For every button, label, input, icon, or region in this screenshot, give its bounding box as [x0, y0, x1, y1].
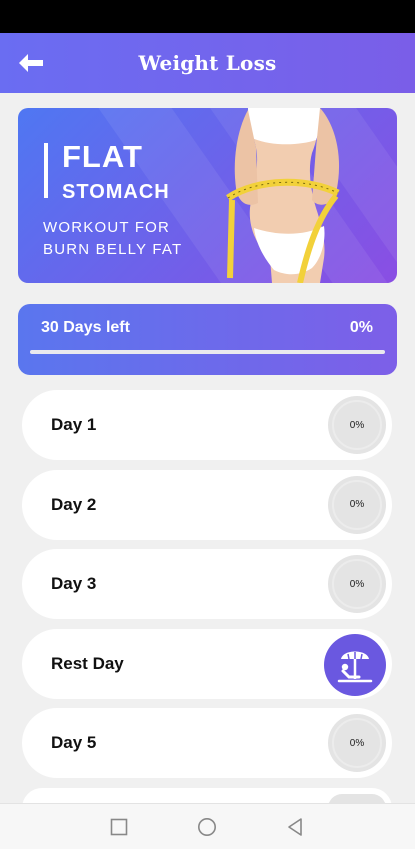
circle-icon [198, 818, 216, 836]
triangle-back-icon [288, 818, 302, 836]
day-label: Day 1 [51, 415, 97, 434]
woman-measuring-waist-illustration [226, 108, 340, 283]
day-item-2[interactable]: Day 2 0% [22, 469, 392, 540]
day-item-5[interactable]: Day 5 0% [22, 708, 392, 778]
page-title: Weight Loss [138, 51, 277, 75]
day-item-1[interactable]: Day 1 0% [22, 390, 392, 460]
banner-title-line2: STOMACH [62, 181, 170, 203]
back-button[interactable] [14, 49, 48, 77]
banner-title-line1: FLAT [62, 139, 143, 174]
status-bar [0, 0, 415, 33]
day-item-3[interactable]: Day 3 0% [22, 549, 392, 619]
workout-banner[interactable]: FLAT STOMACH WORKOUT FOR BURN BELLY FAT [18, 108, 397, 283]
challenge-progress-card: 30 Days left 0% [18, 304, 397, 375]
days-left-label: 30 Days left [41, 319, 130, 336]
app-bar: Weight Loss [0, 33, 415, 93]
system-nav-bar [0, 803, 415, 849]
day-progress-ring: 0% [328, 714, 386, 772]
day-progress-ring: 0% [328, 475, 386, 534]
day-progress-ring: 0% [328, 396, 386, 454]
day-label: Day 2 [51, 494, 97, 514]
recent-apps-button[interactable] [108, 816, 130, 838]
day-progress-text: 0% [332, 400, 382, 450]
day-progress-text: 0% [332, 559, 382, 609]
day-list: Day 1 0% Day 2 0% Day 3 0% Rest Day Day … [22, 390, 392, 817]
beach-umbrella-icon [337, 651, 373, 682]
day-label: Day 3 [51, 574, 97, 593]
day-progress-ring: 0% [328, 555, 386, 613]
banner-subtitle-line1: WORKOUT FOR [43, 219, 171, 236]
arrow-left-icon [19, 54, 43, 72]
system-back-button[interactable] [284, 816, 306, 838]
day-progress-text: 0% [332, 718, 382, 768]
day-label: Rest Day [51, 653, 124, 673]
square-icon [110, 818, 128, 836]
banner-subtitle-line2: BURN BELLY FAT [43, 241, 183, 258]
day-item-rest[interactable]: Rest Day [22, 628, 392, 699]
progress-percent: 0% [349, 319, 373, 336]
rest-day-badge [324, 633, 386, 696]
home-button[interactable] [196, 816, 218, 838]
day-label: Day 5 [51, 733, 97, 752]
day-progress-text: 0% [332, 479, 382, 530]
banner-accent-bar [44, 143, 48, 198]
progress-bar [30, 350, 385, 354]
